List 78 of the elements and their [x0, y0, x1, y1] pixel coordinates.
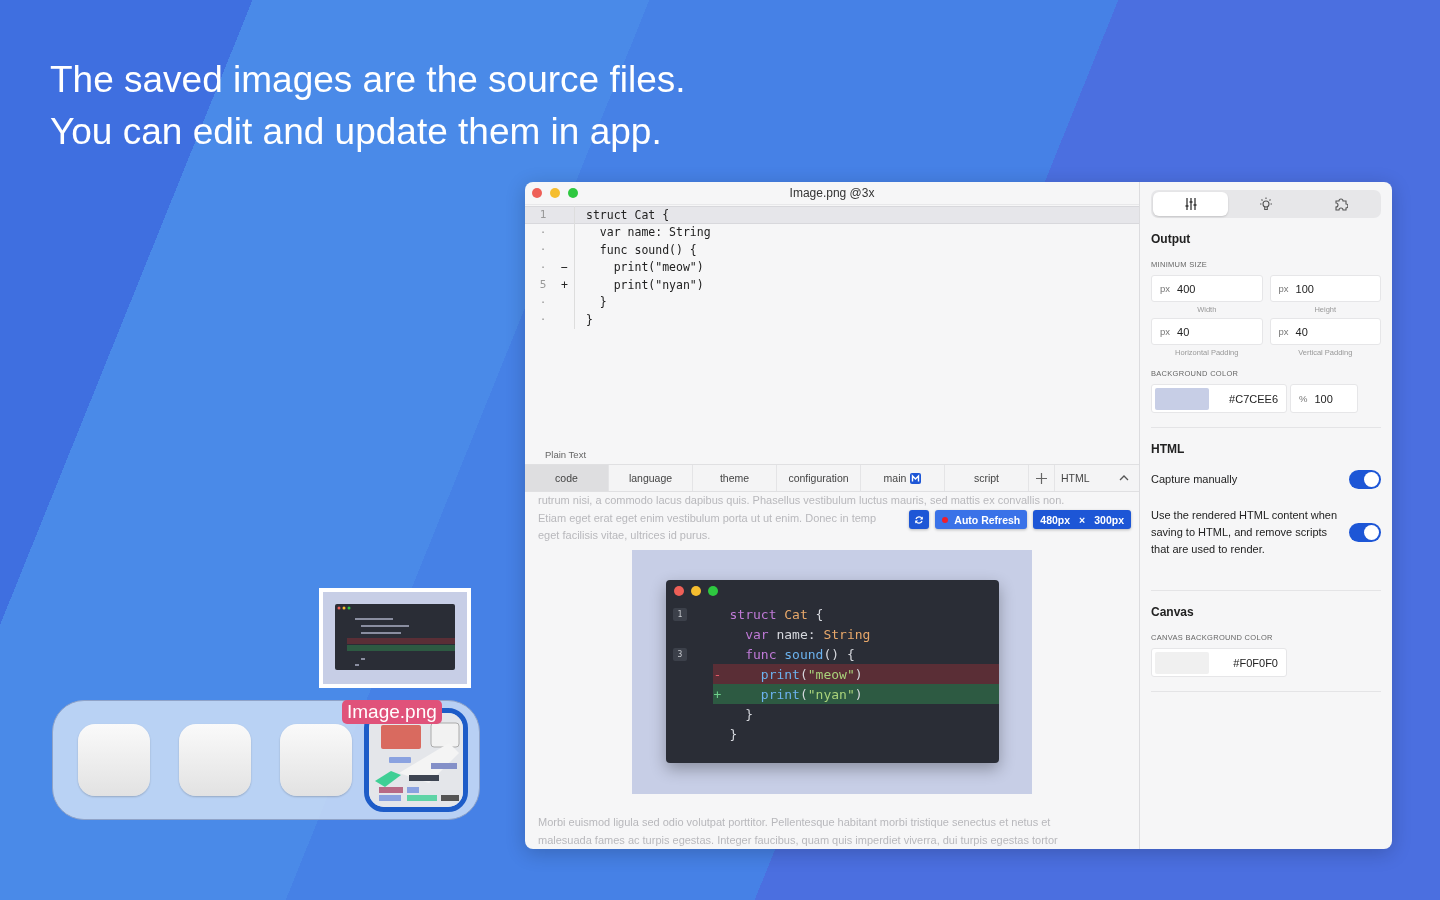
code-editor[interactable]: 1 struct Cat { · var name: String · func sound() { · − print("meow") 5 + print("nyan") · } · } Plain Text	[525, 205, 1139, 464]
color-field[interactable]: #F0F0F0	[1151, 648, 1287, 677]
line-number: 3	[672, 647, 688, 661]
zoom-button[interactable]	[568, 188, 578, 198]
code-line: var name: String	[574, 223, 711, 241]
width-value: 480px	[1040, 513, 1071, 526]
line-number: ·	[538, 260, 548, 274]
section-title: HTML	[1151, 442, 1186, 456]
close-button[interactable]	[532, 188, 542, 198]
window-title: Image.png @3x	[789, 186, 875, 200]
body-text: Morbi euismod ligula sed odio volutpat porttitor. Pellentesque habitant morbi tristique senectus et netus et	[538, 815, 1051, 830]
code-line: }	[574, 311, 593, 329]
minimize-button[interactable]	[550, 188, 560, 198]
tab[interactable]: configuration	[777, 465, 861, 491]
puzzle-icon	[1334, 197, 1349, 211]
input-field[interactable]: px 400	[1151, 275, 1263, 302]
plus-icon	[1036, 472, 1047, 484]
code-line: func sound() {	[574, 241, 697, 259]
body-text: rutrum nisi, a commodo lacus dapibus quis. Phasellus vestibulum luctus mauris, sed mattis ex convallis non.	[538, 493, 1065, 508]
filename-tooltip: Image.png	[342, 700, 442, 724]
code-line: print("nyan")	[574, 276, 704, 294]
refresh-button[interactable]	[909, 510, 930, 529]
diff-marker: -	[713, 666, 722, 682]
refresh-icon	[914, 514, 925, 525]
headline: You can edit and update them in app.	[50, 110, 663, 154]
code-line: }	[574, 293, 607, 311]
record-dot-icon	[942, 516, 949, 523]
line-number: ·	[538, 313, 548, 327]
section-title: Output	[1151, 232, 1192, 246]
code-line: func sound() {	[744, 646, 855, 662]
input-field[interactable]: px 40	[1269, 318, 1381, 345]
code-line: struct Cat {	[729, 606, 824, 622]
dot-icon	[673, 586, 684, 597]
line-number: ·	[538, 225, 548, 239]
dot-icon	[690, 586, 701, 597]
code-line: struct Cat {	[574, 206, 670, 224]
toggle-switch[interactable]	[1349, 470, 1381, 489]
input-field[interactable]: px 100	[1269, 275, 1381, 302]
code-line: print("meow")	[759, 666, 863, 682]
caret-icon	[1119, 475, 1129, 481]
html-panel-toggle[interactable]: HTML	[1055, 465, 1139, 491]
tab[interactable]: main	[861, 465, 945, 491]
bulb-icon	[1259, 197, 1273, 211]
line-number: 1	[538, 208, 548, 222]
diff-marker: +	[561, 277, 568, 292]
input-field[interactable]: px 40	[1151, 318, 1263, 345]
tab[interactable]: theme	[693, 465, 777, 491]
code-line: }	[744, 706, 753, 722]
line-number: ·	[538, 295, 548, 309]
code-line: var name: String	[744, 626, 871, 642]
headline: The saved images are the source files.	[50, 58, 687, 102]
sidebar-tab[interactable]	[1153, 192, 1229, 216]
opacity-field[interactable]: % 100	[1290, 384, 1358, 413]
code-line: print("meow")	[574, 258, 704, 276]
height-value: 300px	[1094, 513, 1124, 526]
code-line: print("nyan")	[759, 686, 863, 702]
tab[interactable]: script	[945, 465, 1029, 491]
color-field[interactable]: #C7CEE6	[1151, 384, 1287, 413]
body-text: eget facilisis vitae, ultrices id purus.	[538, 528, 711, 543]
dot-icon	[707, 586, 718, 597]
language-label: Plain Text	[545, 449, 587, 460]
toggle-switch[interactable]	[1349, 523, 1381, 542]
auto-refresh-button[interactable]: Auto Refresh	[935, 510, 1028, 529]
tab[interactable]: language	[609, 465, 693, 491]
section-title: Canvas	[1151, 605, 1195, 619]
body-text: Etiam eget erat eget enim vestibulum porta ut ut enim. Donec in temp	[538, 510, 877, 526]
setting-label: Use the rendered HTML content when saving to HTML, and remove scripts that are used to render.	[1151, 508, 1339, 557]
times-sign: ×	[1079, 513, 1086, 526]
diff-marker: −	[561, 260, 568, 275]
tab[interactable]: code	[525, 465, 609, 491]
setting-label: Capture manually	[1151, 472, 1239, 487]
body-text: malesuada fames ac turpis egestas. Integer faucibus, quam quis imperdiet viverra, dui turpis egestas tortor	[538, 832, 1058, 848]
line-number: ·	[538, 243, 548, 257]
line-number: 1	[672, 607, 688, 621]
code-line: }	[729, 726, 738, 742]
line-number: 5	[538, 278, 548, 292]
diff-marker: +	[713, 686, 722, 702]
sliders-icon	[1183, 197, 1198, 211]
